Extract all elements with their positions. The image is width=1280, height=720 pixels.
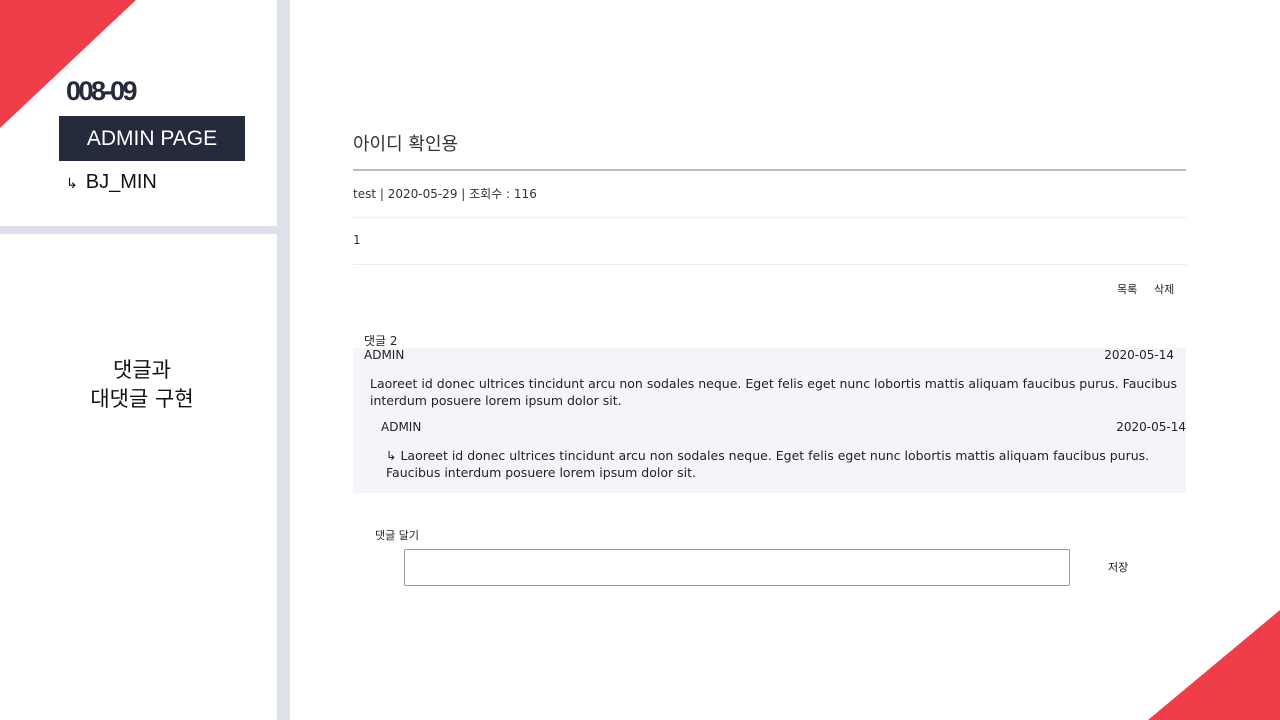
title-divider bbox=[353, 169, 1186, 171]
save-button[interactable]: 저장 bbox=[1108, 559, 1128, 575]
comment-text: Laoreet id donec ultrices tincidunt arcu… bbox=[370, 376, 1178, 408]
reply-date: 2020-05-14 bbox=[1116, 420, 1186, 434]
meta-divider bbox=[353, 217, 1186, 218]
comment-input[interactable] bbox=[404, 549, 1070, 586]
caption-line-1: 댓글과 bbox=[113, 358, 171, 382]
comment-author: ADMIN bbox=[364, 348, 405, 362]
comment-form-label: 댓글 달기 bbox=[375, 529, 419, 542]
list-button[interactable]: 목록 bbox=[1117, 281, 1137, 297]
corner-decoration-top-left bbox=[0, 0, 136, 128]
sub-page-label: ↳ BJ_MIN bbox=[66, 171, 157, 194]
admin-page-badge: ADMIN PAGE bbox=[59, 116, 245, 161]
slide-header-panel: 008-09 ADMIN PAGE ↳ BJ_MIN bbox=[0, 0, 277, 226]
slide-caption-panel bbox=[0, 234, 277, 720]
slide-code: 008-09 bbox=[66, 76, 138, 106]
reply-text: ↳ Laoreet id donec ultrices tincidunt ar… bbox=[386, 448, 1150, 480]
comment-count: 댓글 2 bbox=[364, 334, 398, 348]
post-title: 아이디 확인용 bbox=[353, 134, 459, 155]
post-body: 1 bbox=[353, 233, 361, 247]
delete-button[interactable]: 삭제 bbox=[1154, 281, 1174, 297]
reply-author: ADMIN bbox=[381, 420, 422, 434]
sub-arrow-icon: ↳ bbox=[66, 175, 78, 191]
body-divider bbox=[353, 264, 1186, 265]
slide-caption: 댓글과 대댓글 구현 bbox=[0, 356, 284, 414]
comment-date: 2020-05-14 bbox=[1104, 348, 1174, 362]
sub-page-name: BJ_MIN bbox=[85, 171, 157, 193]
caption-line-2: 대댓글 구현 bbox=[90, 387, 194, 411]
panel-divider-horizontal bbox=[0, 226, 277, 234]
corner-decoration-bottom-right bbox=[1148, 610, 1280, 720]
post-meta: test | 2020-05-29 | 조회수 : 116 bbox=[353, 187, 537, 201]
comment-list: ADMIN 2020-05-14 Laoreet id donec ultric… bbox=[353, 348, 1186, 493]
